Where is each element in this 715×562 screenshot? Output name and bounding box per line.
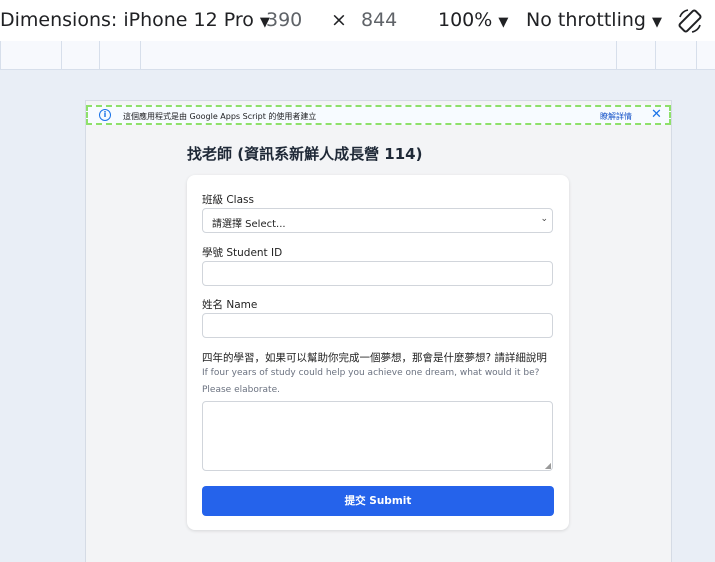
ruler-segment[interactable] xyxy=(696,41,715,69)
rotate-icon[interactable] xyxy=(676,7,704,35)
ruler-segment[interactable] xyxy=(61,41,99,69)
name-field[interactable] xyxy=(202,313,553,338)
zoom-value: 100% xyxy=(438,9,493,31)
name-label: 姓名 Name xyxy=(202,299,258,311)
student-id-label: 學號 Student ID xyxy=(202,247,283,259)
class-label: 班級 Class xyxy=(202,194,254,206)
dream-question-label: 四年的學習，如果可以幫助你完成一個夢想，那會是什麼夢想? 請詳細說明 xyxy=(202,352,547,364)
close-icon[interactable]: ✕ xyxy=(651,107,662,122)
page-title: 找老師 (資訊系新鮮人成長營 114) xyxy=(187,145,423,163)
submit-button[interactable]: 提交 Submit xyxy=(202,486,554,516)
width-input[interactable]: 390 xyxy=(266,9,302,31)
chevron-down-icon: ▼ xyxy=(498,15,509,30)
device-viewport: i 這個應用程式是由 Google Apps Script 的使用者建立 瞭解詳… xyxy=(86,101,671,562)
height-input[interactable]: 844 xyxy=(361,9,397,31)
ruler-segment[interactable] xyxy=(99,41,140,69)
resize-handle-icon[interactable]: ◢ xyxy=(545,461,551,470)
devtools-toolbar: Dimensions: iPhone 12 Pro ▼ 390 × 844 100… xyxy=(0,0,715,42)
dimensions-label: Dimensions: iPhone 12 Pro xyxy=(0,9,254,31)
zoom-dropdown[interactable]: 100% ▼ xyxy=(438,9,508,31)
class-select[interactable]: 請選擇 Select... ⌄ xyxy=(202,208,553,233)
ruler-segment[interactable] xyxy=(655,41,696,69)
dream-textarea[interactable]: ◢ xyxy=(202,401,553,471)
dream-question-hint: If four years of study could help you ac… xyxy=(202,368,540,395)
details-link[interactable]: 瞭解詳情 xyxy=(600,111,632,122)
info-icon: i xyxy=(99,109,111,121)
chevron-down-icon: ⌄ xyxy=(540,214,548,224)
class-select-value: 請選擇 Select... xyxy=(212,219,286,230)
throttling-dropdown[interactable]: No throttling ▼ xyxy=(526,9,662,31)
chevron-down-icon: ▼ xyxy=(651,15,662,30)
banner-message: 這個應用程式是由 Google Apps Script 的使用者建立 xyxy=(123,112,317,121)
apps-script-banner: i 這個應用程式是由 Google Apps Script 的使用者建立 瞭解詳… xyxy=(86,105,671,125)
throttling-value: No throttling xyxy=(526,9,646,31)
ruler-segment[interactable] xyxy=(140,41,616,69)
ruler-segment[interactable] xyxy=(616,41,655,69)
media-query-ruler[interactable] xyxy=(0,41,715,70)
times-icon: × xyxy=(331,9,347,31)
device-dimensions-dropdown[interactable]: Dimensions: iPhone 12 Pro ▼ xyxy=(0,9,270,31)
ruler-segment[interactable] xyxy=(0,41,61,69)
form-card: 班級 Class 請選擇 Select... ⌄ 學號 Student ID 姓… xyxy=(187,175,569,530)
student-id-field[interactable] xyxy=(202,261,553,286)
